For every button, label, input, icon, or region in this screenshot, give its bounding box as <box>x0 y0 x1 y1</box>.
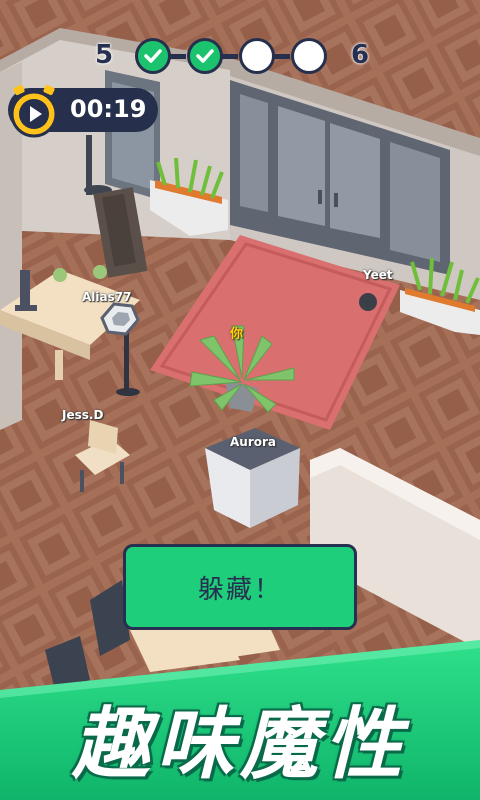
next-level: 6 <box>351 40 370 70</box>
player-label-you: 你 <box>230 327 244 342</box>
progress-link <box>170 54 186 59</box>
progress-link <box>222 54 238 59</box>
player-label-aurora: Aurora <box>230 435 277 449</box>
player-label-alias: Alias77 <box>82 290 132 304</box>
countdown-timer: 00:19 <box>8 84 158 138</box>
progress-link <box>274 54 290 59</box>
hide-button[interactable]: 躲藏！ <box>123 544 357 630</box>
current-level: 5 <box>95 40 114 70</box>
player-label-yeet: Yeet <box>363 268 393 282</box>
stopwatch-icon <box>10 84 58 138</box>
check-icon <box>144 49 162 63</box>
progress-step-2 <box>187 38 223 74</box>
timer-value: 00:19 <box>70 95 147 123</box>
promo-banner-text: 趣味魔性 <box>71 700 408 790</box>
check-icon <box>196 49 214 63</box>
player-label-jess: Jess.D <box>62 408 104 422</box>
hide-button-label: 躲藏！ <box>197 574 282 605</box>
progress-step-1 <box>135 38 171 74</box>
player-yeet-object <box>359 293 377 311</box>
progress-step-3 <box>239 38 275 74</box>
level-progress: 5 6 <box>95 38 385 78</box>
progress-step-4 <box>291 38 327 74</box>
